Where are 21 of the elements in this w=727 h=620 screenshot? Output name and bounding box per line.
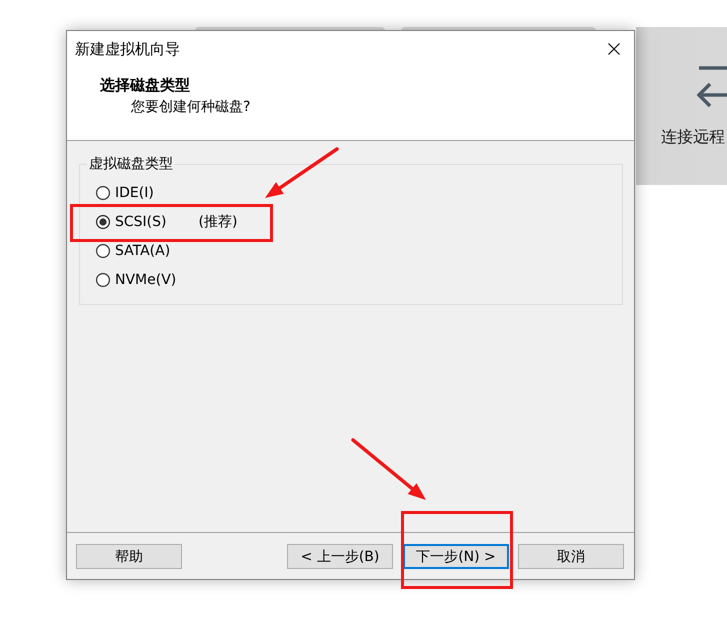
radio-button[interactable] — [96, 244, 110, 258]
next-button[interactable]: 下一步(N) > — [403, 544, 509, 569]
remote-connect-tile[interactable]: 连接远程 — [636, 27, 727, 185]
tile-label: 连接远程 — [661, 127, 725, 147]
close-button[interactable] — [608, 43, 620, 55]
group-label: 虚拟磁盘类型 — [88, 155, 174, 173]
radio-button[interactable] — [96, 272, 110, 286]
option-label: SATA(A) — [115, 242, 170, 258]
dialog-title: 新建虚拟机向导 — [75, 40, 180, 58]
recommended-note: (推荐) — [198, 212, 238, 230]
cancel-button[interactable]: 取消 — [518, 544, 624, 569]
close-icon — [608, 43, 620, 55]
help-button[interactable]: 帮助 — [76, 544, 182, 569]
option-label: IDE(I) — [115, 184, 154, 200]
step-description: 您要创建何种磁盘? — [131, 98, 250, 116]
option-label: NVMe(V) — [115, 272, 176, 288]
radio-button[interactable] — [96, 186, 110, 200]
radio-button[interactable] — [96, 214, 110, 228]
option-label: SCSI(S) — [115, 214, 166, 230]
step-heading: 选择磁盘类型 — [100, 76, 190, 95]
back-button[interactable]: < 上一步(B) — [287, 544, 393, 569]
